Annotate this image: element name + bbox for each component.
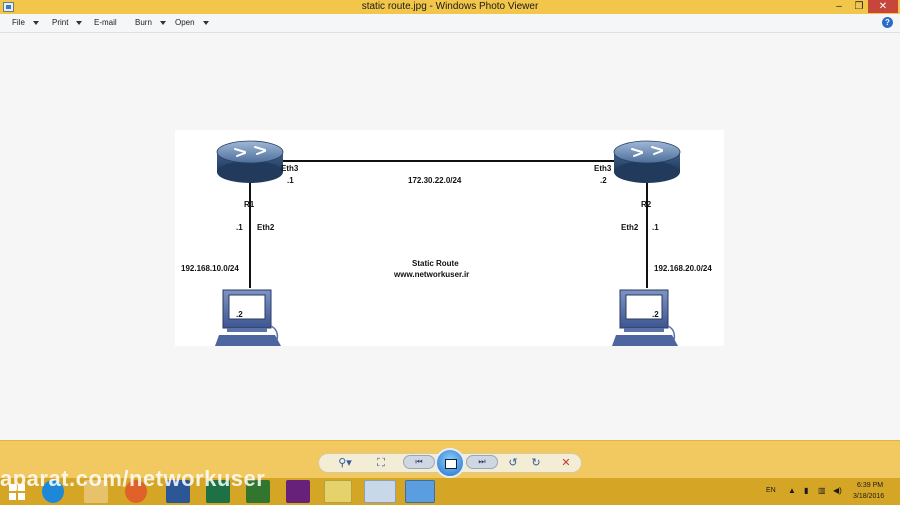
menu-file-label: File [12,18,25,27]
menu-email[interactable]: E-mail [94,18,117,27]
r1-eth2-label: Eth2 [257,223,275,232]
window-title: static route.jpg - Windows Photo Viewer [361,1,539,12]
menu-file[interactable]: File [12,18,39,27]
menu-email-label: E-mail [94,18,117,27]
next-button[interactable]: ⏭ [466,455,498,469]
r1-label: R1 [244,200,255,209]
maximize-button[interactable]: ❐ [852,0,866,13]
photo-viewer-window: static route.jpg - Windows Photo Viewer … [0,0,900,505]
menu-print[interactable]: Print [52,18,83,27]
previous-button[interactable]: ⏮ [403,455,435,469]
image-viewer-area: R1 R2 Eth3 .1 Eth3 .2 172.30.22.0/24 .1 … [0,33,900,440]
volume-icon[interactable]: ◀) [833,486,842,495]
pc2-addr: .2 [652,310,659,319]
battery-icon[interactable]: ▮ [804,486,808,495]
chevron-down-icon [159,20,166,25]
lan2-network-label: 192.168.20.0/24 [654,264,712,273]
menu-open[interactable]: Open [175,18,209,27]
pc1-addr: .2 [236,310,243,319]
r2-eth2-label: Eth2 [621,223,639,232]
fit-to-window-button[interactable]: ⛶ [372,454,390,472]
menu-print-label: Print [52,18,69,27]
lan1-network-label: 192.168.10.0/24 [181,264,239,273]
delete-button[interactable]: ✕ [557,454,575,472]
r2-label: R2 [641,200,652,209]
chevron-down-icon [76,20,83,25]
network-diagram [215,140,681,346]
rotate-cw-button[interactable]: ↻ [527,454,545,472]
r1-eth2-addr: .1 [236,223,243,232]
menu-bar: File Print E-mail Burn Open [0,14,900,33]
title-bar: static route.jpg - Windows Photo Viewer … [0,0,900,14]
slideshow-button[interactable] [435,448,465,478]
menu-burn[interactable]: Burn [135,18,166,27]
r1-eth3-label: Eth3 [281,164,299,173]
app-icon[interactable] [324,480,352,503]
watermark-text: aparat.com/networkuser [0,466,266,491]
r2-eth3-addr: .2 [600,176,607,185]
diagram-url: www.networkuser.ir [394,270,470,279]
link-network-label: 172.30.22.0/24 [408,176,462,185]
close-button[interactable]: ✕ [868,0,898,13]
menu-burn-label: Burn [135,18,152,27]
diagram-title: Static Route [412,259,459,268]
pc1-icon [215,289,281,346]
menu-open-label: Open [175,18,195,27]
zoom-button[interactable]: ⚲▾ [334,454,356,472]
router-r2-icon [613,140,681,183]
chevron-down-icon [202,20,209,25]
language-indicator[interactable]: EN [766,487,776,494]
r2-eth2-addr: .1 [652,223,659,232]
clock-time[interactable]: 6:39 PM [857,482,883,489]
chevron-down-icon [32,20,39,25]
rotate-ccw-button[interactable]: ↺ [504,454,522,472]
show-hidden-icons[interactable]: ▲ [788,486,796,495]
minimize-button[interactable]: – [832,0,846,13]
help-icon[interactable]: ? [882,17,893,28]
visual-studio-icon[interactable] [286,480,310,503]
router-r1-icon [216,140,284,183]
r1-eth3-addr: .1 [287,176,294,185]
photo-viewer-taskbar-icon[interactable] [364,480,396,503]
pc2-icon [612,289,678,346]
network-icon[interactable]: ▥ [818,486,826,495]
network-app-icon[interactable] [405,480,435,503]
displayed-image: R1 R2 Eth3 .1 Eth3 .2 172.30.22.0/24 .1 … [175,130,724,346]
clock-date[interactable]: 3/18/2016 [853,493,884,500]
r2-eth3-label: Eth3 [594,164,612,173]
